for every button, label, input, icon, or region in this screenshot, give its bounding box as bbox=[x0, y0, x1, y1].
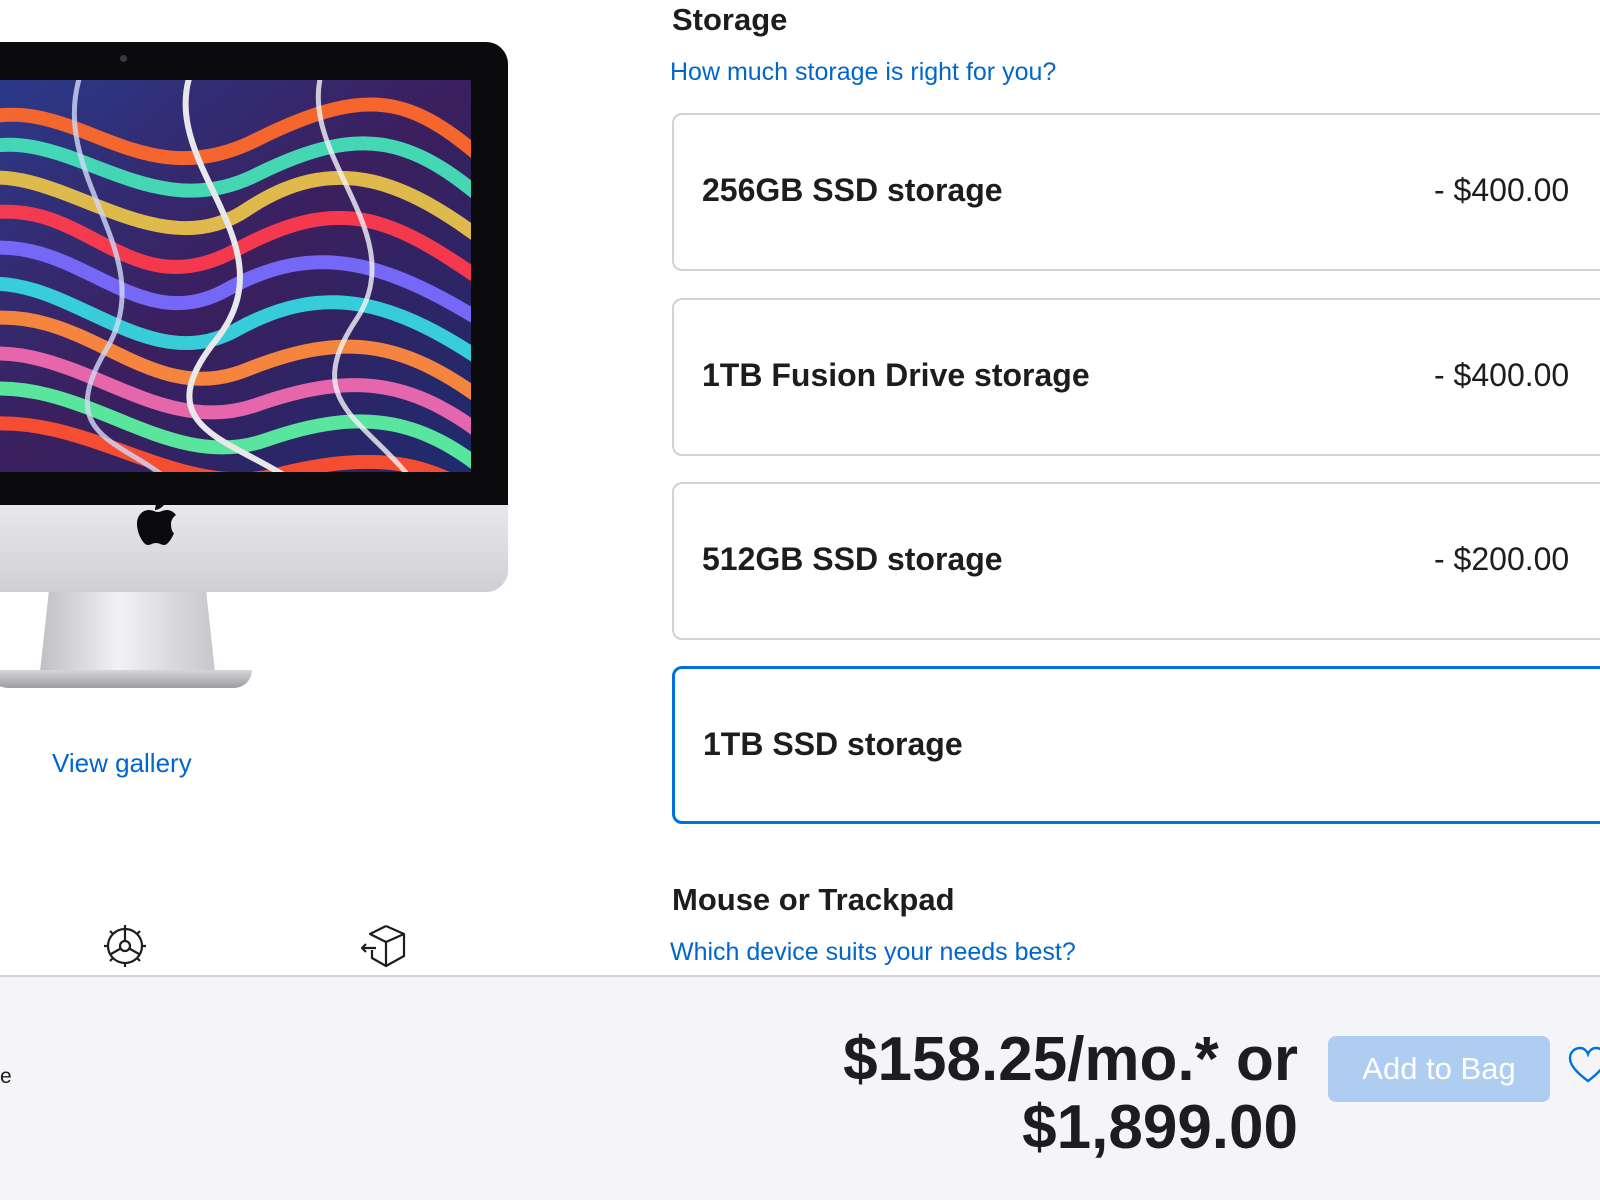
add-to-bag-button[interactable]: Add to Bag bbox=[1328, 1036, 1550, 1102]
imac-wallpaper bbox=[0, 80, 471, 472]
imac-stand-neck bbox=[40, 592, 215, 672]
imac-bezel bbox=[0, 42, 508, 505]
mouse-help-link[interactable]: Which device suits your needs best? bbox=[670, 938, 1076, 967]
gear-icon[interactable] bbox=[101, 922, 149, 970]
storage-help-link[interactable]: How much storage is right for you? bbox=[670, 58, 1056, 87]
storage-option-1tb-fusion[interactable]: 1TB Fusion Drive storage - $400.00 bbox=[672, 298, 1600, 456]
product-image bbox=[0, 0, 520, 700]
apple-logo-icon bbox=[137, 498, 176, 545]
view-gallery-link[interactable]: View gallery bbox=[52, 748, 192, 779]
monthly-price: $158.25/mo.* or bbox=[843, 1025, 1298, 1094]
option-name: 256GB SSD storage bbox=[702, 172, 1003, 208]
imac-camera bbox=[120, 55, 127, 62]
storage-option-1tb-ssd[interactable]: 1TB SSD storage bbox=[672, 666, 1600, 824]
imac-body bbox=[0, 42, 508, 592]
storage-option-512gb-ssd[interactable]: 512GB SSD storage - $200.00 bbox=[672, 482, 1600, 640]
option-name: 1TB SSD storage bbox=[703, 726, 963, 762]
storage-option-256gb-ssd[interactable]: 256GB SSD storage - $400.00 bbox=[672, 113, 1600, 271]
option-price: - $200.00 bbox=[1434, 541, 1570, 577]
summary-edge-text: e bbox=[0, 1065, 12, 1088]
imac-chin bbox=[0, 505, 508, 592]
total-price: $1,899.00 bbox=[1022, 1093, 1298, 1162]
imac-stand-foot bbox=[0, 670, 252, 688]
imac-configure-page: View gallery Storage How much storage is… bbox=[0, 0, 1600, 1200]
option-price: - $400.00 bbox=[1434, 172, 1570, 208]
storage-section-title: Storage bbox=[672, 2, 788, 37]
heart-icon[interactable] bbox=[1568, 1046, 1600, 1086]
option-name: 1TB Fusion Drive storage bbox=[702, 357, 1090, 393]
box-icon[interactable] bbox=[360, 922, 408, 970]
option-price: - $400.00 bbox=[1434, 357, 1570, 393]
mouse-section-title: Mouse or Trackpad bbox=[672, 882, 955, 917]
option-name: 512GB SSD storage bbox=[702, 541, 1003, 577]
